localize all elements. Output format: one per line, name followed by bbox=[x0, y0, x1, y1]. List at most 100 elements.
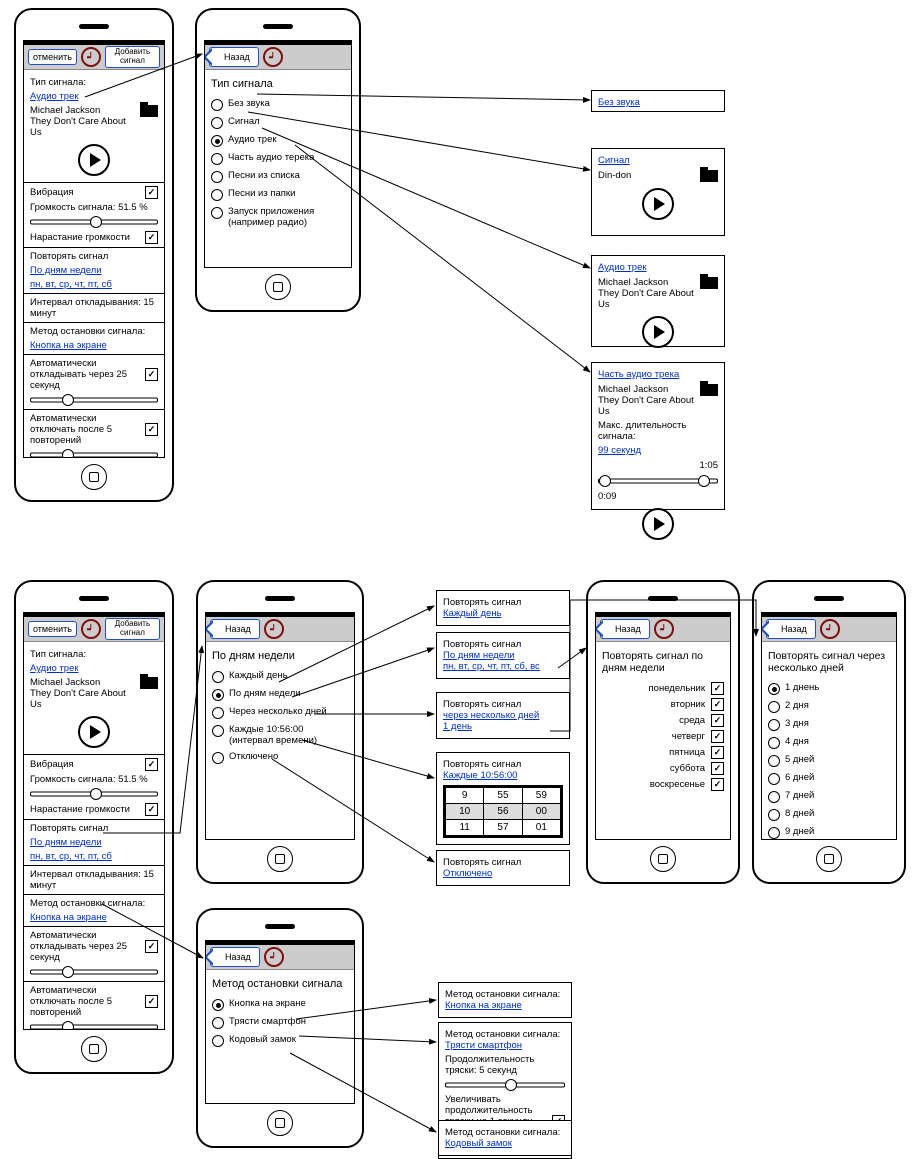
home-button[interactable] bbox=[81, 1036, 107, 1062]
time-spinner[interactable]: 95559105600115701 bbox=[443, 785, 563, 838]
n-days-option[interactable]: 4 дня bbox=[768, 736, 890, 749]
day-row[interactable]: пятница bbox=[602, 746, 724, 759]
home-button[interactable] bbox=[816, 846, 842, 872]
vibration-checkbox[interactable] bbox=[145, 186, 158, 199]
volume-slider[interactable] bbox=[30, 216, 158, 228]
signal-type-option[interactable]: Без звука bbox=[211, 98, 345, 111]
auto-off-checkbox[interactable] bbox=[145, 423, 158, 436]
card-days-link[interactable]: пн, вт, ср, чт, пт, сб, вс bbox=[443, 661, 540, 672]
stop-method-link[interactable]: Кнопка на экране bbox=[30, 340, 107, 351]
signal-type-option[interactable]: Песни из папки bbox=[211, 188, 345, 201]
repeat-option[interactable]: Отключено bbox=[212, 751, 348, 764]
folder-icon[interactable] bbox=[140, 105, 158, 117]
n-days-option[interactable]: 6 дней bbox=[768, 772, 890, 785]
folder-icon[interactable] bbox=[140, 677, 158, 689]
play-button[interactable] bbox=[642, 508, 674, 540]
stop-method-link[interactable]: Кнопка на экране bbox=[30, 912, 107, 923]
audio-track-link[interactable]: Аудио трек bbox=[598, 262, 647, 273]
stop-method-option[interactable]: Кодовый замок bbox=[212, 1034, 348, 1047]
auto-off-slider[interactable] bbox=[30, 1021, 158, 1030]
day-row[interactable]: среда bbox=[602, 714, 724, 727]
home-button[interactable] bbox=[650, 846, 676, 872]
part-track-link[interactable]: Часть аудио трека bbox=[598, 369, 679, 380]
range-slider[interactable] bbox=[598, 475, 718, 487]
play-button[interactable] bbox=[78, 716, 110, 748]
repeat-mode-link[interactable]: По дням недели bbox=[30, 837, 102, 848]
day-row[interactable]: воскресенье bbox=[602, 778, 724, 791]
day-checkbox[interactable] bbox=[711, 778, 724, 791]
home-button[interactable] bbox=[267, 1110, 293, 1136]
n-days-option[interactable]: 5 дней bbox=[768, 754, 890, 767]
fade-in-checkbox[interactable] bbox=[145, 231, 158, 244]
repeat-option[interactable]: Каждый день bbox=[212, 670, 348, 683]
shake-duration-slider[interactable] bbox=[445, 1079, 565, 1091]
n-days-option[interactable]: 2 дня bbox=[768, 700, 890, 713]
card-link[interactable]: Отключено bbox=[443, 868, 492, 879]
back-button[interactable]: Назад bbox=[600, 619, 650, 639]
day-row[interactable]: вторник bbox=[602, 698, 724, 711]
vibration-checkbox[interactable] bbox=[145, 758, 158, 771]
auto-snooze-checkbox[interactable] bbox=[145, 368, 158, 381]
card-value-link[interactable]: 1 день bbox=[443, 721, 472, 732]
card-link[interactable]: через несколько дней bbox=[443, 710, 539, 721]
folder-icon[interactable] bbox=[700, 277, 718, 289]
card-link[interactable]: Кнопка на экране bbox=[445, 1000, 522, 1011]
play-button[interactable] bbox=[642, 316, 674, 348]
back-button[interactable]: Назад bbox=[766, 619, 816, 639]
back-button[interactable]: Назад bbox=[209, 47, 259, 67]
folder-icon[interactable] bbox=[700, 384, 718, 396]
n-days-option[interactable]: 1 днень bbox=[768, 682, 890, 695]
day-row[interactable]: суббота bbox=[602, 762, 724, 775]
volume-slider[interactable] bbox=[30, 788, 158, 800]
day-row[interactable]: четверг bbox=[602, 730, 724, 743]
repeat-option[interactable]: По дням недели bbox=[212, 688, 348, 701]
play-button[interactable] bbox=[642, 188, 674, 220]
auto-snooze-checkbox[interactable] bbox=[145, 940, 158, 953]
card-link[interactable]: Трясти смартфон bbox=[445, 1040, 522, 1051]
n-days-option[interactable]: 9 дней bbox=[768, 826, 890, 839]
n-days-option[interactable]: 8 дней bbox=[768, 808, 890, 821]
max-duration-link[interactable]: 99 секунд bbox=[598, 445, 641, 456]
day-checkbox[interactable] bbox=[711, 714, 724, 727]
signal-type-option[interactable]: Аудио трек bbox=[211, 134, 345, 147]
day-checkbox[interactable] bbox=[711, 682, 724, 695]
back-button[interactable]: Назад bbox=[210, 619, 260, 639]
signal-type-option[interactable]: Часть аудио терека bbox=[211, 152, 345, 165]
day-checkbox[interactable] bbox=[711, 746, 724, 759]
repeat-option[interactable]: Каждые 10:56:00 (интервал времени) bbox=[212, 724, 348, 746]
stop-method-option[interactable]: Трясти смартфон bbox=[212, 1016, 348, 1029]
cancel-button[interactable]: отменить bbox=[28, 49, 77, 65]
home-button[interactable] bbox=[265, 274, 291, 300]
signal-type-link[interactable]: Аудио трек bbox=[30, 663, 79, 674]
day-row[interactable]: понедельник bbox=[602, 682, 724, 695]
no-sound-link[interactable]: Без звука bbox=[598, 97, 640, 108]
play-button[interactable] bbox=[78, 144, 110, 176]
day-checkbox[interactable] bbox=[711, 730, 724, 743]
signal-type-option[interactable]: Песни из списка bbox=[211, 170, 345, 183]
card-link[interactable]: Каждый день bbox=[443, 608, 502, 619]
card-link[interactable]: По дням недели bbox=[443, 650, 515, 661]
repeat-mode-link[interactable]: По дням недели bbox=[30, 265, 102, 276]
fade-in-checkbox[interactable] bbox=[145, 803, 158, 816]
signal-type-option[interactable]: Сигнал bbox=[211, 116, 345, 129]
signal-type-link[interactable]: Аудио трек bbox=[30, 91, 79, 102]
folder-icon[interactable] bbox=[700, 170, 718, 182]
stop-method-option[interactable]: Кнопка на экране bbox=[212, 998, 348, 1011]
card-link[interactable]: Каждые 10:56:00 bbox=[443, 770, 517, 781]
repeat-days-link[interactable]: пн, вт, ср, чт, пт, сб bbox=[30, 851, 112, 862]
home-button[interactable] bbox=[267, 846, 293, 872]
cancel-button[interactable]: отменить bbox=[28, 621, 77, 637]
signal-link[interactable]: Сигнал bbox=[598, 155, 630, 166]
add-signal-button[interactable]: Добавить сигнал bbox=[105, 618, 160, 640]
auto-snooze-slider[interactable] bbox=[30, 394, 158, 406]
n-days-option[interactable]: 7 дней bbox=[768, 790, 890, 803]
add-signal-button[interactable]: Добавить сигнал bbox=[105, 46, 160, 68]
card-link[interactable]: Кодовый замок bbox=[445, 1138, 512, 1149]
auto-off-checkbox[interactable] bbox=[145, 995, 158, 1008]
n-days-option[interactable]: 3 дня bbox=[768, 718, 890, 731]
day-checkbox[interactable] bbox=[711, 698, 724, 711]
home-button[interactable] bbox=[81, 464, 107, 490]
repeat-option[interactable]: Через несколько дней bbox=[212, 706, 348, 719]
back-button[interactable]: Назад bbox=[210, 947, 260, 967]
auto-snooze-slider[interactable] bbox=[30, 966, 158, 978]
